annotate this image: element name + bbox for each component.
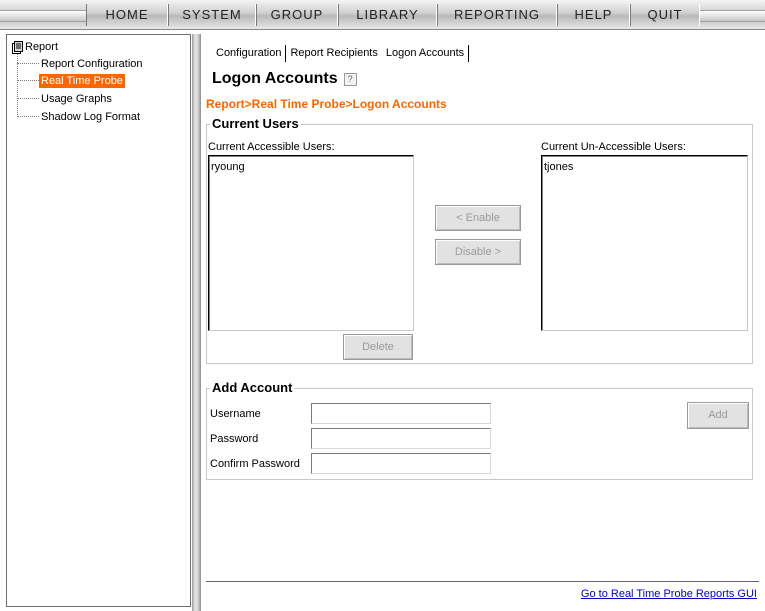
list-item[interactable]: tjones bbox=[544, 161, 745, 173]
tree-item-label: Report Configuration bbox=[41, 57, 143, 70]
tree-root[interactable]: Report bbox=[12, 40, 58, 54]
add-account-legend: Add Account bbox=[210, 380, 295, 395]
tab-separator bbox=[468, 44, 470, 62]
list-item[interactable]: ryoung bbox=[211, 161, 411, 173]
top-nav-bar: HOME SYSTEM GROUP LIBRARY REPORTING HELP… bbox=[0, 0, 765, 30]
nav-bar-decoration-right bbox=[700, 10, 765, 22]
username-label: Username bbox=[210, 408, 261, 420]
tree-item-label: Real Time Probe bbox=[39, 73, 125, 88]
nav-bar-decoration-left bbox=[0, 10, 86, 22]
tree-item-usage-graphs[interactable]: Usage Graphs bbox=[17, 91, 114, 106]
unaccessible-users-label: Current Un-Accessible Users: bbox=[541, 141, 686, 153]
accessible-users-list[interactable]: ryoung bbox=[208, 155, 414, 331]
nav-home[interactable]: HOME bbox=[86, 4, 168, 26]
footer-divider bbox=[206, 581, 759, 584]
confirm-password-label: Confirm Password bbox=[210, 458, 300, 470]
disable-button[interactable]: Disable > bbox=[435, 239, 521, 265]
current-users-legend: Current Users bbox=[210, 116, 301, 131]
add-button[interactable]: Add bbox=[687, 402, 749, 429]
tree-branch-line bbox=[17, 98, 39, 99]
tree-item-label: Shadow Log Format bbox=[41, 110, 141, 123]
delete-button[interactable]: Delete bbox=[343, 334, 413, 360]
tab-logon-accounts[interactable]: Logon Accounts bbox=[382, 47, 468, 59]
password-field[interactable] bbox=[311, 428, 491, 449]
breadcrumb: Report>Real Time Probe>Logon Accounts bbox=[206, 97, 447, 111]
unaccessible-users-list[interactable]: tjones bbox=[541, 155, 748, 331]
tree-item-real-time-probe[interactable]: Real Time Probe bbox=[17, 73, 125, 88]
password-label: Password bbox=[210, 433, 259, 445]
accessible-users-label: Current Accessible Users: bbox=[208, 141, 335, 153]
tab-bar: Configuration Report Recipients Logon Ac… bbox=[212, 44, 470, 62]
username-field[interactable] bbox=[311, 403, 491, 424]
tree-root-label: Report bbox=[25, 41, 59, 53]
tree-item-label: Usage Graphs bbox=[41, 92, 112, 105]
nav-library[interactable]: LIBRARY bbox=[338, 4, 437, 26]
real-time-probe-reports-link[interactable]: Go to Real Time Probe Reports GUI bbox=[581, 588, 757, 600]
report-icon bbox=[12, 41, 23, 54]
page-title-text: Logon Accounts bbox=[212, 70, 338, 87]
nav-reporting[interactable]: REPORTING bbox=[437, 4, 557, 26]
nav-help[interactable]: HELP bbox=[557, 4, 630, 26]
tab-configuration[interactable]: Configuration bbox=[212, 47, 285, 59]
tree-branch-line bbox=[17, 80, 39, 81]
tree-branch-line bbox=[17, 63, 39, 64]
nav-system[interactable]: SYSTEM bbox=[168, 4, 256, 26]
confirm-password-field[interactable] bbox=[311, 453, 491, 474]
page-title: Logon Accounts ? bbox=[212, 70, 357, 88]
tree-item-report-configuration[interactable]: Report Configuration bbox=[17, 56, 145, 71]
nav-quit[interactable]: QUIT bbox=[630, 4, 700, 26]
tab-report-recipients[interactable]: Report Recipients bbox=[286, 47, 381, 59]
tree-item-shadow-log-format[interactable]: Shadow Log Format bbox=[17, 109, 142, 124]
nav-group[interactable]: GROUP bbox=[256, 4, 338, 26]
tree-branch-line bbox=[17, 116, 39, 117]
frame-splitter[interactable] bbox=[192, 34, 201, 611]
question-icon[interactable]: ? bbox=[343, 72, 357, 86]
enable-button[interactable]: < Enable bbox=[435, 205, 521, 231]
